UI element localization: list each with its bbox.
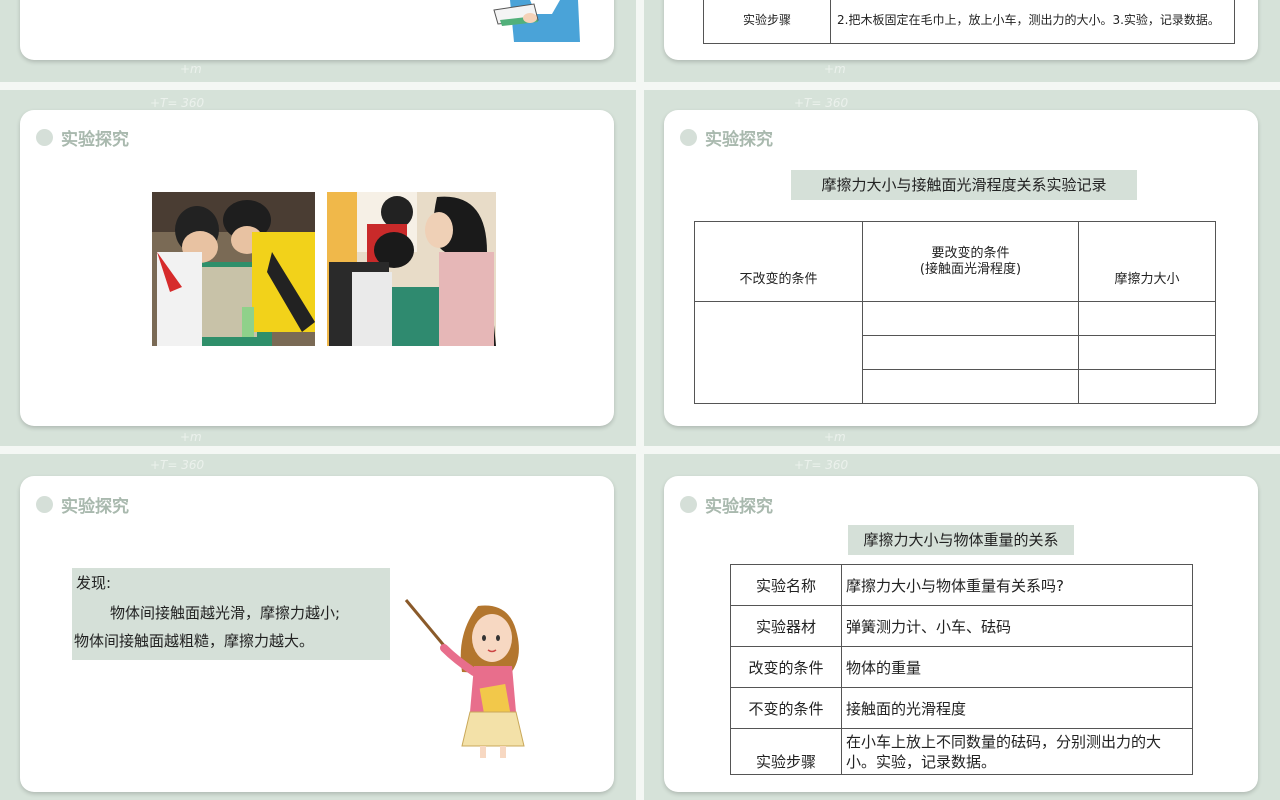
table-cell <box>862 301 1079 336</box>
header-changed-condition: 要改变的条件 (接触面光滑程度) <box>862 221 1079 302</box>
slide-top-right: 实验步骤 2.把木板固定在毛巾上，放上小车，测出力的大小。3.实验，记录数据。 … <box>644 0 1280 82</box>
header-changed-line1: 要改变的条件 <box>931 245 1010 261</box>
finding-line-2: 物体间接触面越粗糙，摩擦力越大。 <box>74 632 315 650</box>
section-title: 实验探究 <box>680 125 773 150</box>
slide-bottom-left: 实验探究 发现: 物体间接触面越光滑，摩擦力越小; 物体间接触面越粗糙，摩擦力越… <box>0 454 636 800</box>
teacher-pointer-illustration <box>404 599 525 758</box>
bullet-dot-icon <box>680 129 697 146</box>
table-row: 实验步骤 在小车上放上不同数量的砝码，分别测出力的大小。实验，记录数据。 <box>730 728 1193 775</box>
header-unchanged-condition: 不改变的条件 <box>694 221 863 302</box>
bullet-dot-icon <box>680 496 697 513</box>
table-cell-label: 实验步骤 <box>703 0 831 44</box>
row-value: 摩擦力大小与物体重量有关系吗? <box>841 564 1193 606</box>
section-title: 实验探究 <box>36 125 129 150</box>
slide-gutter-horizontal <box>0 446 1280 454</box>
section-title: 实验探究 <box>36 492 129 517</box>
row-label: 实验步骤 <box>730 728 842 775</box>
bullet-dot-icon <box>36 496 53 513</box>
bullet-dot-icon <box>36 129 53 146</box>
table-row: 不变的条件 接触面的光滑程度 <box>730 687 1193 729</box>
decor-formula: +T= 360 <box>150 458 205 472</box>
decor-scrawl: +m <box>180 62 202 76</box>
row-label: 不变的条件 <box>730 687 842 729</box>
table-row: 实验器材 弹簧测力计、小车、砝码 <box>730 605 1193 647</box>
steps-table-fragment: 实验步骤 2.把木板固定在毛巾上，放上小车，测出力的大小。3.实验，记录数据。 <box>703 0 1235 44</box>
decor-formula: +T= 360 <box>150 96 205 110</box>
table-caption: 摩擦力大小与物体重量的关系 <box>848 525 1074 555</box>
teacher-reading-illustration <box>493 0 580 42</box>
table-row: 实验步骤 2.把木板固定在毛巾上，放上小车，测出力的大小。3.实验，记录数据。 <box>703 0 1235 44</box>
table-cell-value: 2.把木板固定在毛巾上，放上小车，测出力的大小。3.实验，记录数据。 <box>830 0 1235 44</box>
decor-scrawl: +m <box>824 62 846 76</box>
slide-bottom-right: 实验探究 摩擦力大小与物体重量的关系 实验名称 摩擦力大小与物体重量有关系吗? … <box>644 454 1280 800</box>
slide-gutter-vertical <box>636 0 644 800</box>
classroom-photo-2 <box>327 192 496 346</box>
decor-scrawl: +m <box>180 430 202 444</box>
section-title-label: 实验探究 <box>61 497 129 517</box>
table-header-row: 不改变的条件 要改变的条件 (接触面光滑程度) 摩擦力大小 <box>694 221 1216 302</box>
slide-gutter-horizontal <box>0 82 1280 90</box>
table-cell <box>862 335 1079 370</box>
finding-title: 发现: <box>76 574 112 592</box>
decor-scrawl: +m <box>824 430 846 444</box>
friction-smoothness-table: 不改变的条件 要改变的条件 (接触面光滑程度) 摩擦力大小 <box>694 221 1216 404</box>
header-friction-size: 摩擦力大小 <box>1078 221 1216 302</box>
header-changed-line2: (接触面光滑程度) <box>919 261 1022 277</box>
table-cell <box>1078 369 1216 404</box>
decor-formula: +T= 360 <box>794 458 849 472</box>
finding-line-1: 物体间接触面越光滑，摩擦力越小; <box>110 604 341 622</box>
table-row: 改变的条件 物体的重量 <box>730 646 1193 688</box>
slide-mid-right: 实验探究 摩擦力大小与接触面光滑程度关系实验记录 不改变的条件 要改变的条件 (… <box>644 90 1280 446</box>
friction-weight-table: 实验名称 摩擦力大小与物体重量有关系吗? 实验器材 弹簧测力计、小车、砝码 改变… <box>730 564 1193 775</box>
section-title-label: 实验探究 <box>61 130 129 150</box>
table-cell <box>694 301 863 404</box>
table-cell <box>1078 335 1216 370</box>
section-title-label: 实验探究 <box>705 130 773 150</box>
section-title-label: 实验探究 <box>705 497 773 517</box>
slide-top-left: +m <box>0 0 636 82</box>
row-label: 实验名称 <box>730 564 842 606</box>
row-value: 物体的重量 <box>841 646 1193 688</box>
table-cell <box>1078 301 1216 336</box>
finding-box: 发现: 物体间接触面越光滑，摩擦力越小; 物体间接触面越粗糙，摩擦力越大。 <box>72 568 390 660</box>
section-title: 实验探究 <box>680 492 773 517</box>
decor-formula: +T= 360 <box>794 96 849 110</box>
slide-card <box>20 110 614 426</box>
row-label: 改变的条件 <box>730 646 842 688</box>
row-value: 在小车上放上不同数量的砝码，分别测出力的大小。实验，记录数据。 <box>841 728 1193 775</box>
row-value: 弹簧测力计、小车、砝码 <box>841 605 1193 647</box>
classroom-photo-1 <box>152 192 315 346</box>
table-row <box>694 301 1216 404</box>
slide-mid-left: 实验探究 +T= 360 +m <box>0 90 636 446</box>
table-caption: 摩擦力大小与接触面光滑程度关系实验记录 <box>791 170 1137 200</box>
table-row: 实验名称 摩擦力大小与物体重量有关系吗? <box>730 564 1193 606</box>
table-cell <box>862 369 1079 404</box>
row-value: 接触面的光滑程度 <box>841 687 1193 729</box>
row-label: 实验器材 <box>730 605 842 647</box>
